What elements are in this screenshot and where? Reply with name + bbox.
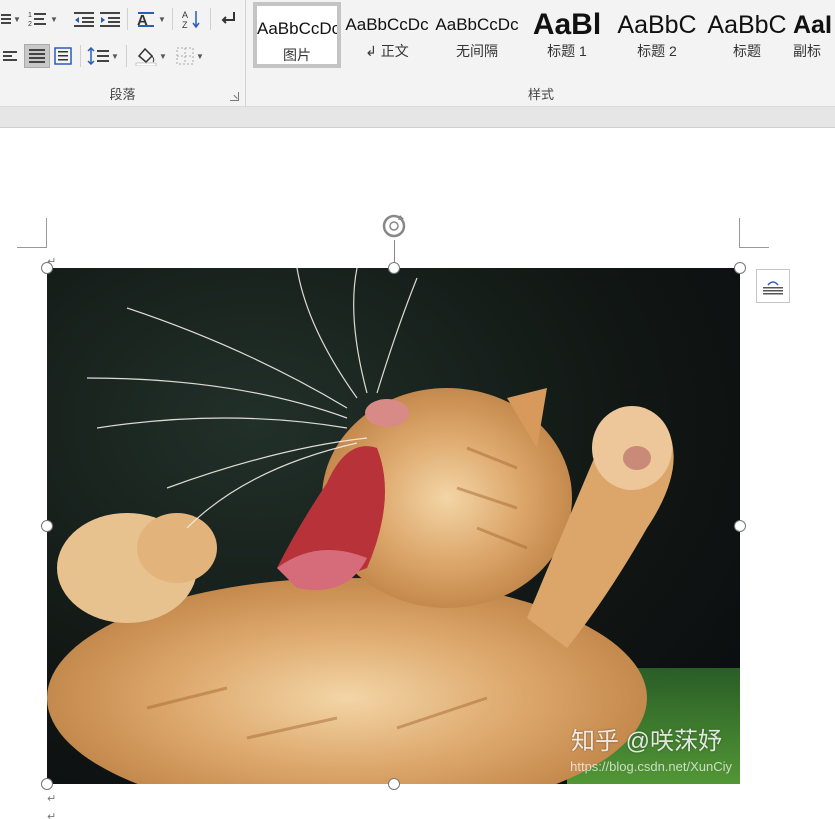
style-subtitle[interactable]: AaI 副标: [793, 2, 835, 68]
show-formatting-button[interactable]: [216, 7, 240, 31]
style-no-spacing[interactable]: AaBbCcDc 无间隔: [433, 2, 521, 68]
style-sample: AaBbCcDc: [435, 15, 519, 34]
style-picture[interactable]: AaBbCcDc 图片: [253, 2, 341, 68]
paragraph-dialog-launcher[interactable]: [230, 92, 239, 101]
borders-button[interactable]: ▼: [172, 44, 208, 68]
style-name: 副标: [793, 43, 821, 59]
chinese-layout-icon: A: [137, 12, 155, 28]
style-sample: AaBbC: [707, 11, 787, 39]
line-spacing-icon: [87, 47, 110, 65]
crop-mark-top-right: [739, 218, 769, 248]
style-name: ↲ 正文: [365, 43, 409, 59]
style-sample: AaBbC: [617, 11, 697, 39]
show-formatting-marks-icon: [221, 12, 235, 24]
resize-handle-left[interactable]: [41, 520, 53, 532]
inserted-picture[interactable]: 知乎 @咲莯妤 https://blog.csdn.net/XunCiy: [47, 268, 740, 784]
style-sample: AaI: [793, 11, 832, 39]
paragraph-mark: ↵: [47, 811, 57, 819]
svg-text:A: A: [182, 10, 188, 20]
style-sample: AaBbCcDc: [257, 19, 337, 38]
style-title[interactable]: AaBbC 标题: [703, 2, 791, 68]
cat-photo: [47, 268, 740, 784]
svg-text:Z: Z: [182, 20, 188, 29]
numbering-button[interactable]: 1 2 ▼: [26, 7, 60, 31]
align-left-button[interactable]: [0, 44, 20, 68]
shading-icon: [135, 47, 157, 66]
style-sample: AaBbCcDc: [345, 15, 429, 34]
justify-button[interactable]: [24, 44, 50, 68]
align-left-icon: [3, 51, 17, 61]
sort-icon: AZ: [182, 10, 200, 29]
rotate-handle-icon[interactable]: [380, 212, 408, 240]
increase-indent-icon: [100, 12, 120, 27]
decrease-indent-button[interactable]: [72, 7, 96, 31]
bullets-icon: [1, 14, 12, 24]
resize-handle-bottom[interactable]: [388, 778, 400, 790]
distributed-button[interactable]: [52, 44, 74, 68]
resize-handle-right[interactable]: [734, 520, 746, 532]
style-name: 标题 1: [547, 43, 587, 59]
bullets-button[interactable]: ▼: [0, 7, 22, 31]
crop-mark-top-left: [17, 218, 47, 248]
paragraph-mark: ↵: [47, 793, 57, 805]
chinese-layout-button[interactable]: A ▼: [134, 7, 168, 31]
sort-button[interactable]: AZ: [180, 7, 204, 31]
resize-handle-bottom-left[interactable]: [41, 778, 53, 790]
styles-group: AaBbCcDc 图片 AaBbCcDc ↲ 正文 AaBbCcDc 无间隔 A…: [247, 0, 835, 107]
paragraph-group: ▼ 1 2 ▼ A ▼ AZ ▼ ▼ ▼ 段落: [0, 0, 246, 107]
resize-handle-top-right[interactable]: [734, 262, 746, 274]
style-name: 图片: [283, 47, 311, 63]
decrease-indent-icon: [74, 12, 94, 27]
zhihu-watermark: 知乎 @咲莯妤: [570, 728, 722, 755]
paragraph-group-label: 段落: [109, 87, 136, 102]
justify-icon: [29, 49, 45, 63]
layout-options-button[interactable]: [756, 269, 790, 303]
ribbon: ▼ 1 2 ▼ A ▼ AZ ▼ ▼ ▼ 段落 AaBbCcDc 图片 AaBb…: [0, 0, 835, 107]
ribbon-bottom-band: [0, 107, 835, 128]
resize-handle-top-left[interactable]: [41, 262, 53, 274]
svg-text:2: 2: [28, 21, 32, 28]
borders-icon: [176, 47, 194, 65]
csdn-watermark: https://blog.csdn.net/XunCiy: [570, 759, 732, 774]
svg-text:1: 1: [28, 12, 32, 19]
shading-button[interactable]: ▼: [132, 44, 170, 68]
distributed-icon: [54, 47, 72, 65]
style-name: 标题 2: [637, 43, 677, 59]
style-sample: AaBl: [532, 8, 602, 41]
increase-indent-button[interactable]: [98, 7, 122, 31]
style-heading-1[interactable]: AaBl 标题 1: [523, 2, 611, 68]
style-name: 无间隔: [456, 43, 498, 59]
style-name: 标题: [733, 43, 761, 59]
style-normal[interactable]: AaBbCcDc ↲ 正文: [343, 2, 431, 68]
style-heading-2[interactable]: AaBbC 标题 2: [613, 2, 701, 68]
line-spacing-button[interactable]: ▼: [86, 44, 120, 68]
numbering-icon: 12: [28, 12, 47, 28]
styles-group-label: 样式: [527, 87, 554, 102]
resize-handle-top[interactable]: [388, 262, 400, 274]
layout-options-icon: [763, 281, 783, 295]
